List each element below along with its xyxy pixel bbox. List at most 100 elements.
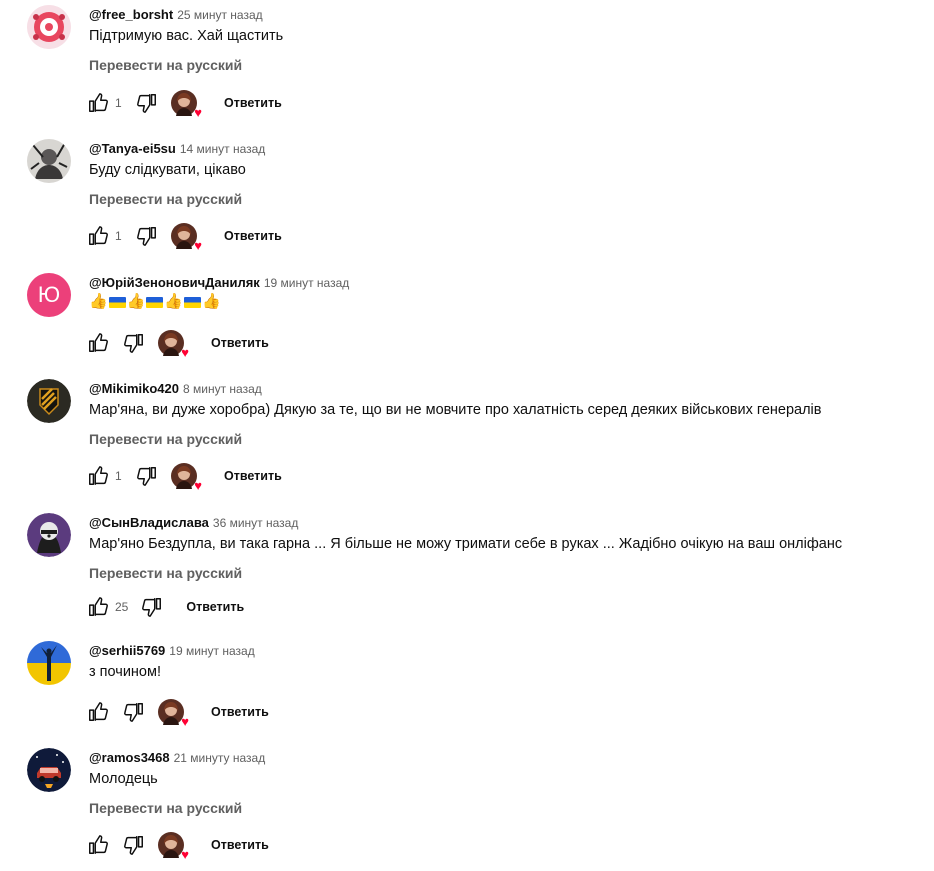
ukraine-flag-icon: [108, 296, 126, 308]
comment-time[interactable]: 36 минут назад: [213, 516, 298, 530]
translate-button[interactable]: Перевести на русский: [89, 57, 242, 73]
avatar-letter: Ю: [37, 282, 61, 307]
sketch-portrait-icon: [27, 139, 71, 183]
thumbs-down-icon: [137, 94, 156, 113]
comment-time[interactable]: 8 минут назад: [183, 382, 262, 396]
thumbs-down-icon: [137, 227, 156, 246]
translate-button[interactable]: Перевести на русский: [89, 565, 242, 581]
heart-icon: ♥: [181, 345, 189, 360]
comment-text: з почином!: [89, 664, 161, 680]
thumbs-down-icon: [124, 836, 143, 855]
thumbs-up-icon: [89, 597, 108, 616]
raccoon-icon: [27, 513, 71, 557]
like-count: 1: [115, 96, 122, 110]
comment-author[interactable]: @ЮрійЗеноновичДаниляк: [89, 275, 260, 290]
comment-time[interactable]: 21 минуту назад: [174, 751, 266, 765]
creator-heart: ♥: [171, 90, 202, 119]
pink-roses-icon: [27, 5, 71, 49]
comment-actions: ♥ Ответить: [86, 698, 269, 728]
comment-header: @Mikimiko420 8 минут назад: [89, 380, 262, 398]
reply-button[interactable]: Ответить: [224, 469, 282, 483]
comment-author[interactable]: @Tanya-ei5su: [89, 141, 176, 156]
motherland-statue-icon: [27, 641, 71, 685]
creator-heart: ♥: [171, 223, 202, 252]
thumbs-up-icon: [89, 93, 108, 112]
like-button[interactable]: [86, 595, 110, 619]
comment-header: @ЮрійЗеноновичДаниляк 19 минут назад: [89, 274, 349, 292]
creator-avatar: [158, 832, 184, 862]
comment-header: @free_borsht 25 минут назад: [89, 6, 263, 24]
thumbs-up-icon: [89, 226, 108, 245]
like-count: 1: [115, 229, 122, 243]
comment-text: Мар'яна, ви дуже хоробра) Дякую за те, щ…: [89, 402, 822, 418]
thumbs-down-icon: [124, 703, 143, 722]
avatar[interactable]: [27, 5, 71, 49]
creator-avatar: [158, 699, 184, 729]
comment-text: Підтримую вас. Хай щастить: [89, 28, 284, 44]
reply-button[interactable]: Ответить: [211, 705, 269, 719]
heart-icon: ♥: [181, 847, 189, 862]
reply-button[interactable]: Ответить: [186, 600, 244, 614]
thumbs-up-icon: [89, 333, 108, 352]
like-button[interactable]: [86, 833, 110, 857]
avatar[interactable]: [27, 641, 71, 685]
like-button[interactable]: [86, 700, 110, 724]
comment-time[interactable]: 25 минут назад: [177, 8, 262, 22]
comment-time[interactable]: 19 минут назад: [264, 276, 349, 290]
emoji-text: 👍 👍 👍 👍: [89, 293, 221, 311]
dislike-button[interactable]: [135, 91, 159, 115]
thumbs-down-icon: [124, 334, 143, 353]
like-button[interactable]: [86, 224, 110, 248]
heart-icon: ♥: [181, 714, 189, 729]
dislike-button[interactable]: [122, 331, 146, 355]
reply-button[interactable]: Ответить: [224, 96, 282, 110]
heart-icon: ♥: [194, 105, 202, 120]
dislike-button[interactable]: [135, 464, 159, 488]
translate-button[interactable]: Перевести на русский: [89, 431, 242, 447]
comment-author[interactable]: @free_borsht: [89, 7, 173, 22]
like-count: 1: [115, 469, 122, 483]
reply-button[interactable]: Ответить: [211, 838, 269, 852]
comment-actions: 25 Ответить: [86, 593, 244, 621]
dislike-button[interactable]: [122, 833, 146, 857]
military-chevron-icon: [27, 379, 71, 423]
like-button[interactable]: [86, 331, 110, 355]
comment-actions: 1 ♥ Ответить: [86, 462, 282, 492]
thumbs-up-emoji-icon: 👍: [202, 293, 221, 310]
creator-heart: ♥: [158, 699, 189, 728]
comment-actions: ♥ Ответить: [86, 329, 269, 359]
avatar[interactable]: [27, 379, 71, 423]
avatar[interactable]: Ю: [27, 273, 71, 317]
translate-button[interactable]: Перевести на русский: [89, 800, 242, 816]
ukraine-flag-icon: [146, 296, 164, 308]
dislike-button[interactable]: [140, 595, 164, 619]
comment-time[interactable]: 14 минут назад: [180, 142, 265, 156]
reply-button[interactable]: Ответить: [224, 229, 282, 243]
creator-avatar: [171, 223, 197, 253]
like-button[interactable]: [86, 91, 110, 115]
creator-heart: ♥: [158, 832, 189, 861]
comment-header: @СынВладислава 36 минут назад: [89, 514, 298, 532]
dislike-button[interactable]: [135, 224, 159, 248]
comment-time[interactable]: 19 минут назад: [169, 644, 254, 658]
heart-icon: ♥: [194, 238, 202, 253]
dislike-button[interactable]: [122, 700, 146, 724]
comment-author[interactable]: @СынВладислава: [89, 515, 209, 530]
reply-button[interactable]: Ответить: [211, 336, 269, 350]
thumbs-up-emoji-icon: 👍: [89, 293, 108, 310]
avatar[interactable]: [27, 748, 71, 792]
creator-avatar: [171, 90, 197, 120]
comment-text: Буду слідкувати, цікаво: [89, 162, 246, 178]
translate-button[interactable]: Перевести на русский: [89, 191, 242, 207]
avatar[interactable]: [27, 139, 71, 183]
comment-author[interactable]: @Mikimiko420: [89, 381, 179, 396]
like-button[interactable]: [86, 464, 110, 488]
comment-author[interactable]: @serhii5769: [89, 643, 165, 658]
comment-author[interactable]: @ramos3468: [89, 750, 170, 765]
like-count: 25: [115, 600, 129, 614]
creator-heart: ♥: [158, 330, 189, 359]
thumbs-up-icon: [89, 702, 108, 721]
ukraine-flag-icon: [184, 296, 202, 308]
avatar[interactable]: [27, 513, 71, 557]
night-car-icon: [27, 748, 71, 792]
